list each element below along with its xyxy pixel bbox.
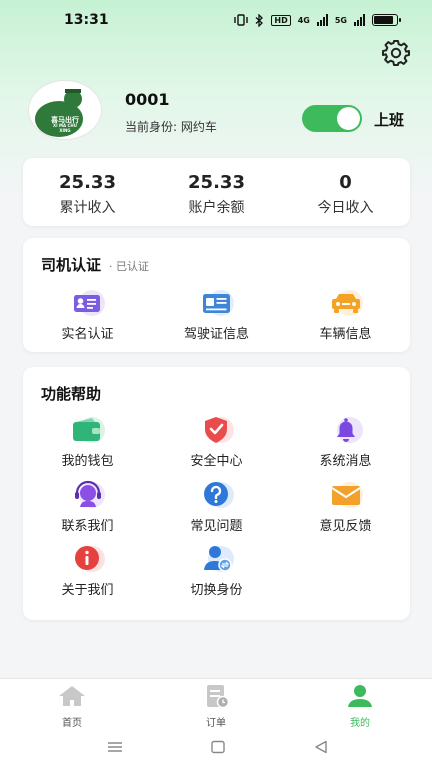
item-label: 我的钱包 — [61, 454, 114, 469]
certification-status: · 已认证 — [109, 260, 150, 273]
item-label: 意见反馈 — [319, 518, 372, 534]
stat-value: 25.33 — [59, 172, 116, 193]
card-title: 司机认证 · 已认证 — [41, 254, 149, 275]
driver-license-icon — [197, 288, 237, 318]
vehicle-info-item[interactable]: 车辆信息 — [281, 288, 410, 346]
role-label: 当前身份: — [125, 120, 178, 134]
menu-icon[interactable] — [107, 740, 123, 754]
item-label: 驾驶证信息 — [183, 327, 249, 342]
item-label: 切换身份 — [190, 583, 243, 598]
certification-title: 司机认证 — [41, 256, 102, 274]
driver-license-item[interactable]: 驾驶证信息 — [152, 288, 281, 346]
driver-certification-card: 司机认证 · 已认证 实名认证 驾驶证信息 车辆信息 — [23, 238, 410, 352]
network-label-b: 5G — [334, 15, 347, 25]
security-center-item[interactable]: 安全中心 — [152, 415, 281, 480]
stat-balance[interactable]: 25.33 账户余额 — [152, 158, 281, 226]
gear-icon[interactable] — [381, 38, 411, 68]
stat-today-income[interactable]: 0 今日收入 — [281, 158, 410, 226]
real-name-auth-item[interactable]: 实名认证 — [23, 288, 152, 346]
battery-icon — [372, 14, 401, 26]
status-bar: 13:31 HD 4G 5G — [0, 0, 432, 40]
network-label-a: 4G — [297, 15, 310, 25]
tab-orders[interactable]: 订单 — [144, 679, 288, 730]
signal-icon — [316, 14, 328, 26]
item-label: 联系我们 — [61, 518, 114, 534]
order-icon — [207, 685, 230, 709]
headset-icon — [68, 480, 108, 510]
system-nav-bar — [0, 730, 432, 768]
user-name: 0001 — [125, 90, 170, 109]
role-line: 当前身份: 网约车 — [125, 118, 217, 135]
id-card-icon — [68, 288, 108, 318]
battery-level — [374, 16, 393, 24]
stat-value: 0 — [339, 172, 352, 193]
car-icon — [326, 288, 366, 318]
faq-item[interactable]: 常见问题 — [152, 480, 281, 545]
stat-value: 25.33 — [188, 172, 245, 193]
bluetooth-icon — [255, 13, 264, 27]
tab-mine[interactable]: 我的 — [288, 679, 432, 730]
duty-toggle[interactable] — [302, 105, 362, 132]
envelope-icon — [326, 480, 366, 510]
item-label: 系统消息 — [319, 454, 372, 469]
tab-home[interactable]: 首页 — [0, 679, 144, 730]
contact-us-item[interactable]: 联系我们 — [23, 480, 152, 545]
item-label: 实名认证 — [61, 327, 114, 342]
bottom-tab-bar: 首页 订单 我的 — [0, 678, 432, 730]
tab-label: 订单 — [206, 718, 226, 729]
person-icon — [348, 685, 372, 707]
vibrate-icon — [234, 14, 249, 26]
item-label: 关于我们 — [61, 583, 114, 598]
signal-icon-2 — [354, 14, 365, 26]
function-title: 功能帮助 — [41, 385, 102, 403]
home-button-icon[interactable] — [210, 740, 226, 754]
avatar[interactable]: 喜马出行 XI MA CHU XING — [28, 80, 102, 140]
bell-icon — [326, 415, 366, 445]
stat-label: 累计收入 — [59, 200, 116, 216]
stat-label: 账户余额 — [188, 200, 245, 216]
system-messages-item[interactable]: 系统消息 — [281, 415, 410, 480]
switch-identity-item[interactable]: 切换身份 — [152, 544, 281, 609]
role-value: 网约车 — [180, 120, 217, 134]
feedback-item[interactable]: 意见反馈 — [281, 480, 410, 545]
toggle-knob — [337, 107, 360, 130]
clock: 13:31 — [64, 12, 109, 28]
wallet-icon — [68, 415, 108, 445]
stat-total-income[interactable]: 25.33 累计收入 — [23, 158, 152, 226]
switch-user-icon — [197, 544, 237, 574]
about-us-item[interactable]: 关于我们 — [23, 544, 152, 609]
tab-label: 首页 — [62, 718, 82, 729]
status-icons: HD 4G 5G — [234, 13, 401, 27]
item-label: 车辆信息 — [319, 327, 372, 342]
info-icon — [68, 544, 108, 574]
income-stats-card: 25.33 累计收入 25.33 账户余额 0 今日收入 — [23, 158, 410, 226]
avatar-logo-subtext: XI MA CHU XING — [53, 123, 77, 134]
shield-icon — [197, 415, 237, 445]
wallet-item[interactable]: 我的钱包 — [23, 415, 152, 480]
tab-label: 我的 — [350, 718, 370, 729]
back-icon[interactable] — [313, 740, 329, 754]
home-icon — [59, 686, 85, 706]
function-help-card: 功能帮助 我的钱包 安全中心 系统消息 联系我们 常见问题 意见反馈 关于我们 … — [23, 367, 410, 620]
item-label: 安全中心 — [190, 454, 243, 469]
stat-label: 今日收入 — [317, 200, 374, 216]
profile-section: 喜马出行 XI MA CHU XING 0001 当前身份: 网约车 上班 — [0, 80, 432, 142]
duty-label: 上班 — [374, 111, 405, 129]
question-icon — [197, 480, 237, 510]
hd-badge: HD — [271, 14, 291, 26]
item-label: 常见问题 — [190, 518, 243, 534]
